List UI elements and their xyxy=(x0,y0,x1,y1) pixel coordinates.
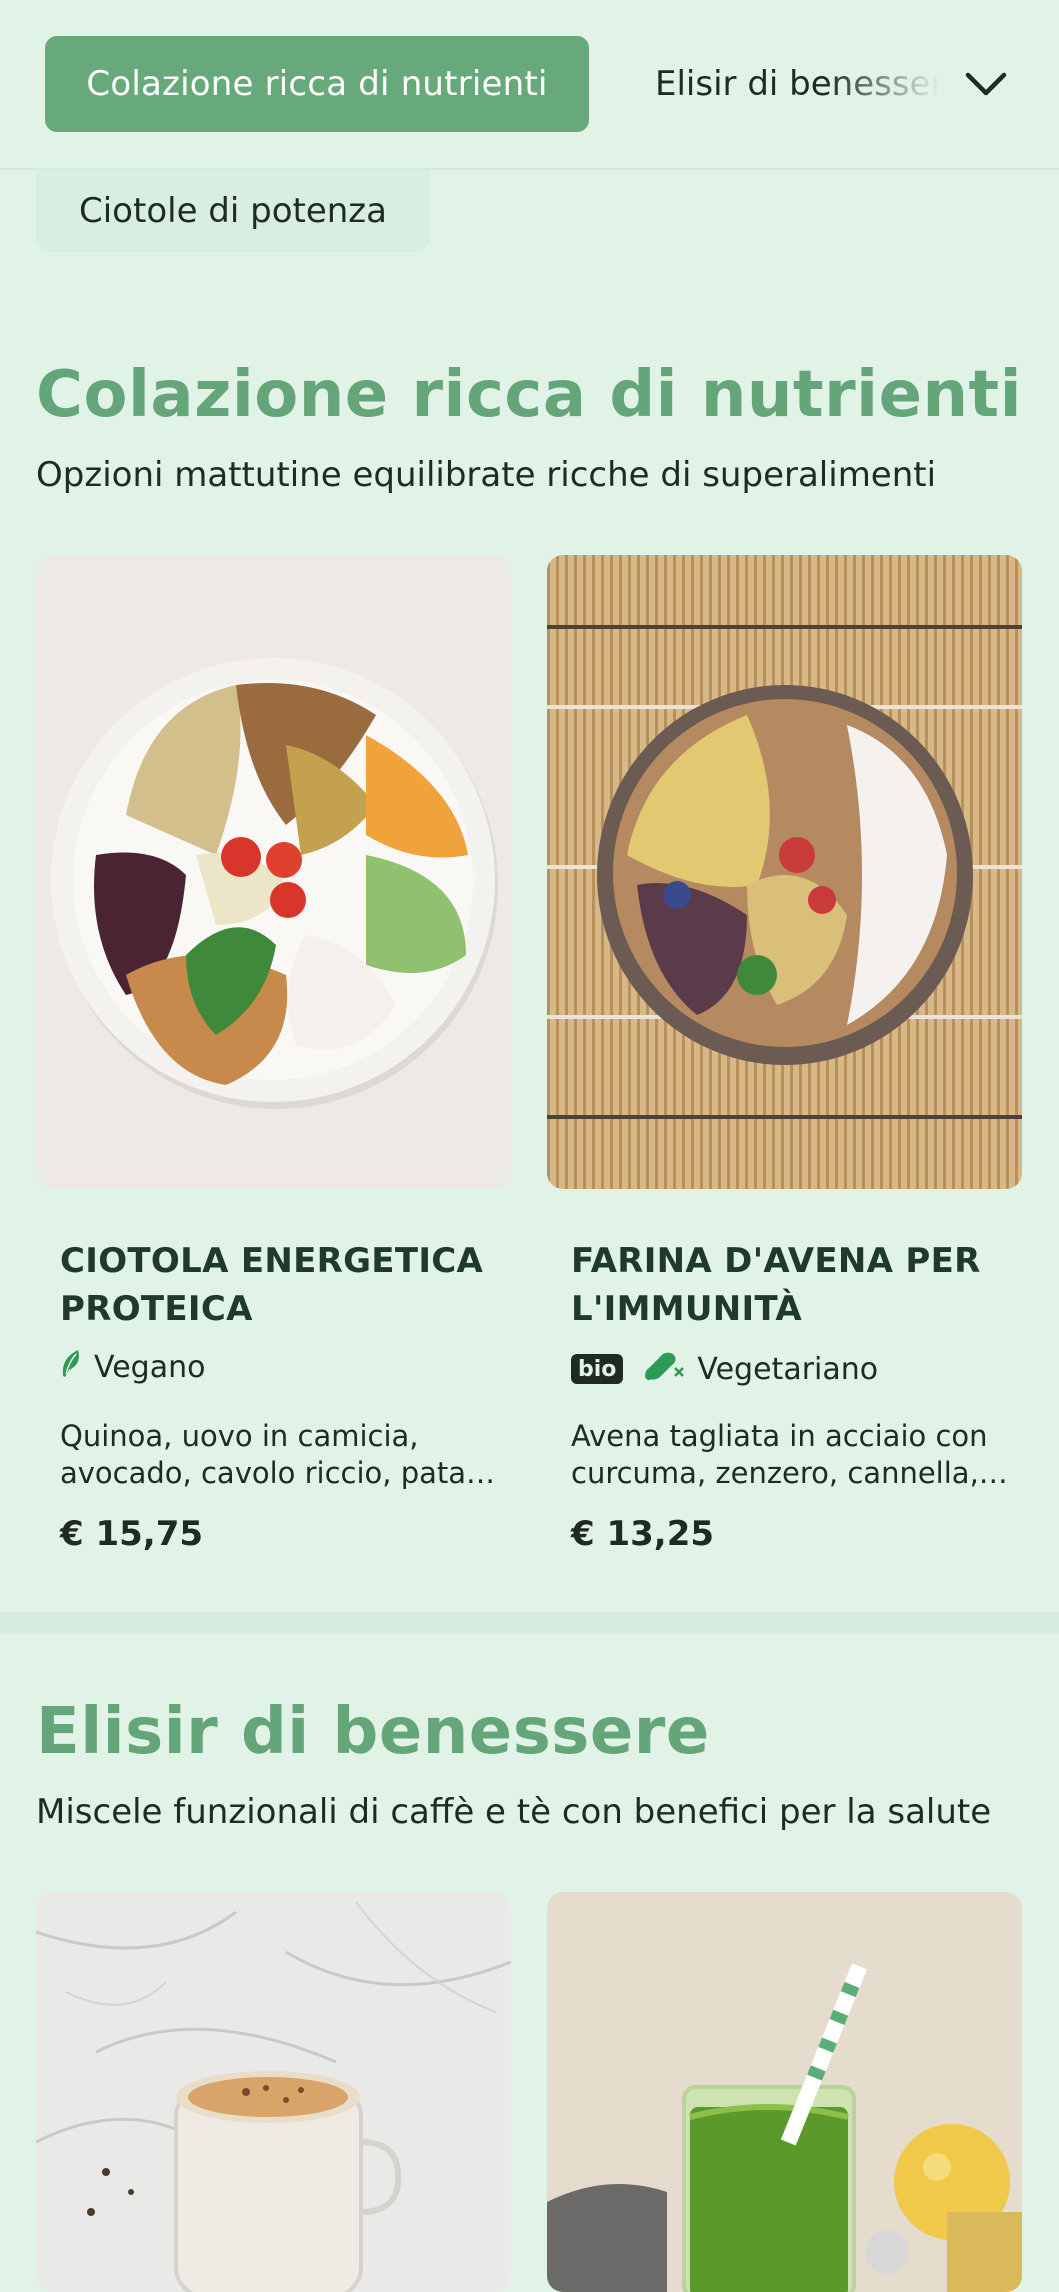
product-price: € 13,25 xyxy=(571,1514,715,1554)
category-tab-label: Elisir di benessere xyxy=(655,64,940,104)
product-name[interactable]: CIOTOLA ENERGETICA PROTEICA xyxy=(60,1237,500,1333)
no-meat-icon xyxy=(641,1348,685,1390)
section-subtitle: Opzioni mattutine equilibrate ricche di … xyxy=(36,455,937,495)
product-price: € 15,75 xyxy=(60,1514,204,1554)
oatmeal-bowl-photo[interactable] xyxy=(547,555,1022,1189)
category-nav: Colazione ricca di nutrienti Elisir di b… xyxy=(0,0,1059,170)
diet-label: Vegetariano xyxy=(697,1351,879,1387)
diet-info: Vegano xyxy=(60,1348,205,1386)
product-description: Quinoa, uovo in camicia, avocado, cavolo… xyxy=(60,1419,496,1490)
product-name[interactable]: FARINA D'AVENA PER L'IMMUNITÀ xyxy=(571,1237,1011,1333)
category-tab-power-bowls[interactable]: Ciotole di potenza xyxy=(36,170,430,252)
chevron-down-icon[interactable] xyxy=(960,58,1012,110)
protein-bowl-photo[interactable] xyxy=(36,555,511,1189)
diet-label: Vegano xyxy=(94,1349,206,1385)
category-tab-next[interactable]: Elisir di benessere xyxy=(655,36,940,132)
bio-badge: bio xyxy=(571,1354,624,1384)
section-subtitle: Miscele funzionali di caffè e tè con ben… xyxy=(36,1792,992,1832)
green-juice-photo[interactable] xyxy=(547,1892,1022,2292)
spiced-latte-photo[interactable] xyxy=(36,1892,511,2292)
category-tab-label: Ciotole di potenza xyxy=(79,191,387,231)
leaf-icon xyxy=(60,1348,82,1386)
product-description: Avena tagliata in acciaio con curcuma, z… xyxy=(571,1419,988,1490)
category-tab-active[interactable]: Colazione ricca di nutrienti xyxy=(45,36,589,132)
diet-info: bio Vegetariano xyxy=(571,1348,878,1390)
category-tab-label: Colazione ricca di nutrienti xyxy=(86,64,548,104)
section-divider xyxy=(0,1612,1059,1634)
section-title: Elisir di benessere xyxy=(36,1695,710,1769)
section-title: Colazione ricca di nutrienti xyxy=(36,358,1023,432)
